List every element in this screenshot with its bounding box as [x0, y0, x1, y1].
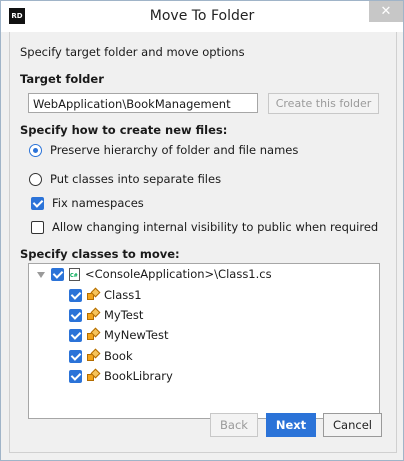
preserve-hierarchy-radio[interactable]	[29, 144, 42, 157]
create-folder-button[interactable]: Create this folder	[268, 93, 379, 114]
target-folder-input[interactable]: WebApplication\BookManagement	[28, 93, 258, 113]
separate-files-radio[interactable]	[29, 173, 42, 186]
move-to-folder-dialog: RD Move To Folder ✕ Specify target folde…	[0, 0, 404, 461]
tree-item-label: MyNewTest	[104, 328, 169, 342]
fix-namespaces-label[interactable]: Fix namespaces	[52, 196, 144, 210]
root-file-checkbox[interactable]	[51, 268, 64, 281]
fix-namespaces-checkbox[interactable]	[31, 197, 44, 210]
preserve-hierarchy-label[interactable]: Preserve hierarchy of folder and file na…	[50, 143, 298, 157]
tree-item-label: Book	[104, 349, 133, 363]
allow-visibility-checkbox[interactable]	[31, 221, 44, 234]
class-icon	[87, 368, 101, 383]
target-folder-label: Target folder	[20, 72, 104, 86]
csharp-file-icon	[69, 268, 80, 281]
class-checkbox[interactable]	[69, 329, 82, 342]
class-checkbox[interactable]	[69, 370, 82, 383]
tree-item-label: MyTest	[104, 308, 144, 322]
title-bar: RD Move To Folder ✕	[1, 1, 403, 32]
tree-item-label: Class1	[104, 288, 142, 302]
back-button[interactable]: Back	[210, 413, 258, 437]
root-file-label: <ConsoleApplication>\Class1.cs	[85, 267, 272, 281]
next-button[interactable]: Next	[266, 413, 316, 437]
dialog-content: Specify target folder and move options T…	[9, 32, 397, 453]
cancel-button[interactable]: Cancel	[323, 413, 382, 437]
create-files-label: Specify how to create new files:	[20, 123, 228, 137]
class-icon	[87, 307, 101, 322]
class-icon	[87, 287, 101, 302]
class-checkbox[interactable]	[69, 289, 82, 302]
close-button[interactable]: ✕	[369, 1, 403, 22]
intro-text: Specify target folder and move options	[20, 45, 245, 59]
tree-item-label: BookLibrary	[104, 369, 173, 383]
window-title: Move To Folder	[149, 8, 255, 24]
allow-visibility-label[interactable]: Allow changing internal visibility to pu…	[52, 220, 378, 234]
classes-tree[interactable]: <ConsoleApplication>\Class1.cs Class1 My…	[28, 263, 380, 419]
collapse-arrow-icon[interactable]	[37, 272, 45, 278]
class-checkbox[interactable]	[69, 309, 82, 322]
separate-files-label[interactable]: Put classes into separate files	[50, 172, 221, 186]
classes-label: Specify classes to move:	[20, 247, 180, 261]
class-icon	[87, 327, 101, 342]
class-checkbox[interactable]	[69, 350, 82, 363]
class-icon	[87, 348, 101, 363]
